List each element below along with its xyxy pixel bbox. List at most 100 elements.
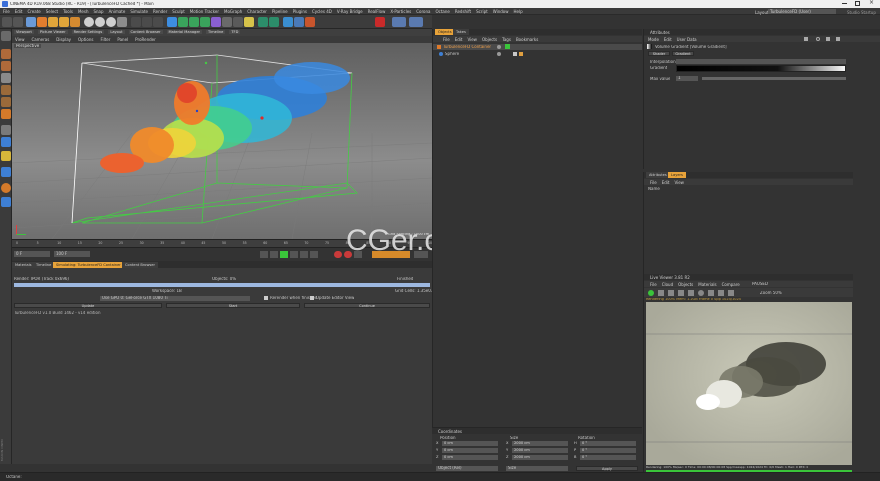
camera-icon[interactable]	[233, 17, 243, 27]
menu-item-character[interactable]: Character	[247, 8, 267, 14]
objects-menu-item-edit[interactable]: Edit	[455, 37, 463, 42]
objects-menu-item-file[interactable]: File	[443, 37, 450, 42]
menu-item-cycles-4d[interactable]: Cycles 4D	[312, 8, 332, 14]
clay-mode-icon[interactable]	[698, 290, 704, 296]
search-icon[interactable]	[816, 37, 820, 41]
next-frame-icon[interactable]	[290, 251, 298, 258]
coordinate-field[interactable]: 2000 cm	[512, 455, 568, 460]
tag-icon[interactable]	[519, 52, 523, 56]
menu-item-sculpt[interactable]: Sculpt	[172, 8, 185, 14]
layers-menu-item-view[interactable]: View	[674, 180, 684, 185]
live-viewer-menu-item-cloud[interactable]: Cloud	[662, 282, 673, 287]
menu-item-octane[interactable]: Octane	[435, 8, 449, 14]
menu-item-mesh[interactable]: Mesh	[78, 8, 89, 14]
menu-item-render[interactable]: Render	[153, 8, 167, 14]
menu-item-simulate[interactable]: Simulate	[130, 8, 148, 14]
live-viewer-menu-item-file[interactable]: File	[650, 282, 657, 287]
minimize-icon[interactable]	[842, 3, 847, 4]
menu-item-script[interactable]: Script	[476, 8, 488, 14]
layout-switch-icon[interactable]	[392, 17, 406, 27]
menu-item-redshift[interactable]: Redshift	[455, 8, 471, 14]
y-axis-icon[interactable]	[95, 17, 105, 27]
render-picture-viewer-icon[interactable]	[142, 17, 152, 27]
workplane-icon[interactable]	[1, 73, 11, 83]
viewport-menu-item-display[interactable]: Display	[56, 37, 71, 42]
render-view-icon[interactable]	[131, 17, 141, 27]
attributes-menu-item-edit[interactable]: Edit	[664, 37, 672, 42]
tweak-mode-icon[interactable]	[1, 137, 11, 147]
undo-icon[interactable]	[2, 17, 12, 27]
size-mode-dropdown[interactable]: Size	[506, 466, 568, 471]
world-coords-icon[interactable]	[117, 17, 127, 27]
rerender-checkbox[interactable]	[264, 296, 268, 300]
layers-menu-item-edit[interactable]: Edit	[662, 180, 670, 185]
objects-menu-item-objects[interactable]: Objects	[482, 37, 497, 42]
floor-icon[interactable]	[222, 17, 232, 27]
menu-item-motion-tracker[interactable]: Motion Tracker	[190, 8, 219, 14]
objects-menu-item-bookmarks[interactable]: Bookmarks	[516, 37, 538, 42]
visibility-dots-icon[interactable]	[497, 52, 501, 56]
continue-button[interactable]: Continue	[304, 303, 430, 308]
apply-button[interactable]: Apply	[576, 466, 638, 471]
edges-mode-icon[interactable]	[1, 97, 11, 107]
axis-mode-icon[interactable]	[1, 125, 11, 135]
coordinate-field[interactable]: 0 °	[580, 441, 636, 446]
menu-item-realflow[interactable]: RealFlow	[368, 8, 386, 14]
coordinate-field[interactable]: 0 °	[580, 455, 636, 460]
send-scene-icon[interactable]	[648, 290, 654, 296]
menu-item-snap[interactable]: Snap	[93, 8, 103, 14]
live-select-icon[interactable]	[26, 17, 36, 27]
maximize-icon[interactable]	[855, 1, 860, 6]
back-arrow-icon[interactable]	[804, 37, 808, 41]
polygons-mode-icon[interactable]	[1, 109, 11, 119]
nurbs-icon[interactable]	[189, 17, 199, 27]
rotate-icon[interactable]	[59, 17, 69, 27]
model-mode-icon[interactable]	[1, 49, 11, 59]
frame-start[interactable]: 0 F	[14, 251, 50, 257]
cube-icon[interactable]	[167, 17, 177, 27]
viewport-menu-item-filter[interactable]: Filter	[100, 37, 110, 42]
menu-item-file[interactable]: File	[3, 8, 10, 14]
menu-item-tools[interactable]: Tools	[63, 8, 73, 14]
menu-item-v-ray-bridge[interactable]: V-Ray Bridge	[337, 8, 363, 14]
viewport-menu-item-view[interactable]: View	[15, 37, 25, 42]
menu-item-select[interactable]: Select	[46, 8, 58, 14]
new-panel-icon[interactable]	[836, 37, 840, 41]
menu-item-create[interactable]: Create	[27, 8, 40, 14]
viewport-tab-timeline[interactable]: Timeline	[206, 30, 226, 34]
layout-grid-icon[interactable]	[409, 17, 423, 27]
max-value-slider[interactable]	[702, 77, 846, 80]
play-icon[interactable]	[280, 251, 288, 258]
stop-icon[interactable]	[678, 290, 684, 296]
frame-end[interactable]: 100 F	[54, 251, 90, 257]
viewport-tab-render-settings[interactable]: Render Settings	[71, 30, 105, 34]
lock-icon[interactable]	[826, 37, 830, 41]
enabled-check-icon[interactable]	[505, 44, 510, 49]
coordinate-field[interactable]: 0 cm	[442, 455, 498, 460]
list-item[interactable]: Sphere	[433, 51, 642, 57]
device-dropdown[interactable]: Use GPU 0: GeForce GTX 1080 Ti	[100, 296, 250, 301]
x-axis-icon[interactable]	[84, 17, 94, 27]
array-icon[interactable]	[200, 17, 210, 27]
xparticles-icon[interactable]	[283, 17, 293, 27]
spline-icon[interactable]	[178, 17, 188, 27]
menu-item-x-particles[interactable]: X-Particles	[390, 8, 411, 14]
viewport-3d[interactable]: Perspective Grid Spacing: 1000 cm	[12, 43, 432, 239]
move-icon[interactable]	[37, 17, 47, 27]
goto-start-icon[interactable]	[260, 251, 268, 258]
objects-menu-item-tags[interactable]: Tags	[502, 37, 511, 42]
viewport-menu-item-options[interactable]: Options	[78, 37, 93, 42]
visibility-dots-icon[interactable]	[497, 45, 501, 49]
lock-resolution-icon[interactable]	[688, 290, 694, 296]
update-editor-checkbox[interactable]	[310, 296, 314, 300]
goto-end-icon[interactable]	[300, 251, 308, 258]
interpolation-dropdown[interactable]	[676, 59, 846, 64]
menu-item-mograph[interactable]: MoGraph	[224, 8, 242, 14]
live-viewer-menu-item-objects[interactable]: Objects	[678, 282, 693, 287]
start-button[interactable]: Start	[166, 303, 300, 308]
render-region-icon[interactable]	[1, 197, 11, 207]
viewport-tab-content-browser[interactable]: Content Browser	[128, 30, 163, 34]
live-viewer-menu-item-compare[interactable]: Compare	[722, 282, 740, 287]
coordinate-field[interactable]: 0 cm	[442, 441, 498, 446]
menu-item-plugins[interactable]: Plugins	[293, 8, 307, 14]
